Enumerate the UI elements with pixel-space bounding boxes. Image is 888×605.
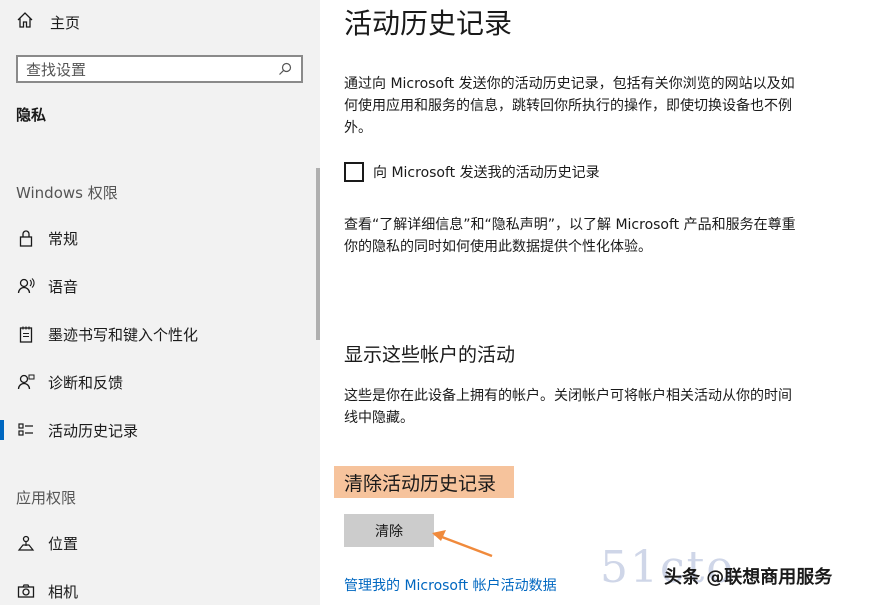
sidebar-item-label: 诊断和反馈	[48, 373, 124, 392]
sidebar-item-label: 活动历史记录	[48, 421, 139, 440]
sidebar-item-camera[interactable]: 相机	[0, 573, 320, 605]
home-nav-item[interactable]: 主页	[16, 10, 80, 34]
arrow-annotation	[432, 530, 493, 558]
lock-icon	[16, 228, 36, 248]
accounts-description: 这些是你在此设备上拥有的帐户。关闭帐户可将帐户相关活动从你的时间线中隐藏。	[344, 388, 792, 426]
clear-history-title-label: 清除活动历史记录	[344, 472, 497, 495]
watermark-text: 头条 @联想商用服务	[664, 567, 833, 588]
sidebar-item-speech[interactable]: 语音	[0, 268, 320, 304]
search-input[interactable]: 查找设置	[16, 55, 303, 83]
sidebar-item-activity-history[interactable]: 活动历史记录	[0, 412, 320, 448]
activity-icon	[16, 420, 36, 440]
send-history-checkbox-row[interactable]: 向 Microsoft 发送我的活动历史记录	[344, 162, 600, 182]
sidebar-item-label: 墨迹书写和键入个性化	[48, 325, 199, 344]
settings-main-pane: 活动历史记录 通过向 Microsoft 发送你的活动历史记录，包括有关你浏览的…	[320, 0, 888, 605]
home-label: 主页	[50, 13, 81, 32]
manage-activity-link[interactable]: 管理我的 Microsoft 帐户活动数据	[344, 575, 557, 595]
send-history-checkbox[interactable]	[344, 162, 364, 182]
sidebar-item-diagnostics[interactable]: 诊断和反馈	[0, 364, 320, 400]
location-icon	[16, 533, 36, 553]
intro-text: 通过向 Microsoft 发送你的活动历史记录，包括有关你浏览的网站以及如何使…	[344, 76, 795, 136]
section-title-privacy: 隐私	[16, 106, 47, 124]
clear-button[interactable]: 清除	[344, 514, 434, 547]
page-title: 活动历史记录	[344, 7, 513, 40]
sidebar-item-inking-typing[interactable]: 墨迹书写和键入个性化	[0, 316, 320, 352]
privacy-info-text: 查看“了解详细信息”和“隐私声明”，以了解 Microsoft 产品和服务在尊重…	[344, 217, 796, 255]
sidebar-item-location[interactable]: 位置	[0, 525, 320, 561]
sidebar-item-label: 语音	[48, 277, 79, 296]
sidebar-item-label: 位置	[48, 534, 79, 553]
sidebar-item-label: 相机	[48, 582, 79, 601]
search-icon[interactable]	[273, 57, 297, 81]
camera-icon	[16, 581, 36, 601]
feedback-icon	[16, 372, 36, 392]
home-icon	[16, 11, 34, 33]
selected-indicator	[0, 420, 4, 440]
sidebar-item-label: 常规	[48, 229, 79, 248]
group-title-windows-permissions: Windows 权限	[16, 184, 118, 202]
group-title-app-permissions: 应用权限	[16, 489, 77, 507]
clear-history-section-title: 清除活动历史记录	[334, 466, 514, 498]
settings-sidebar: 主页 查找设置 隐私 Windows 权限 常规 语音 墨迹书写和键入个性化 诊…	[0, 0, 320, 605]
search-placeholder: 查找设置	[26, 60, 87, 79]
notepad-icon	[16, 324, 36, 344]
send-history-checkbox-label[interactable]: 向 Microsoft 发送我的活动历史记录	[373, 162, 600, 182]
accounts-section-title: 显示这些帐户的活动	[344, 344, 516, 366]
sidebar-item-general[interactable]: 常规	[0, 220, 320, 256]
speech-icon	[16, 276, 36, 296]
